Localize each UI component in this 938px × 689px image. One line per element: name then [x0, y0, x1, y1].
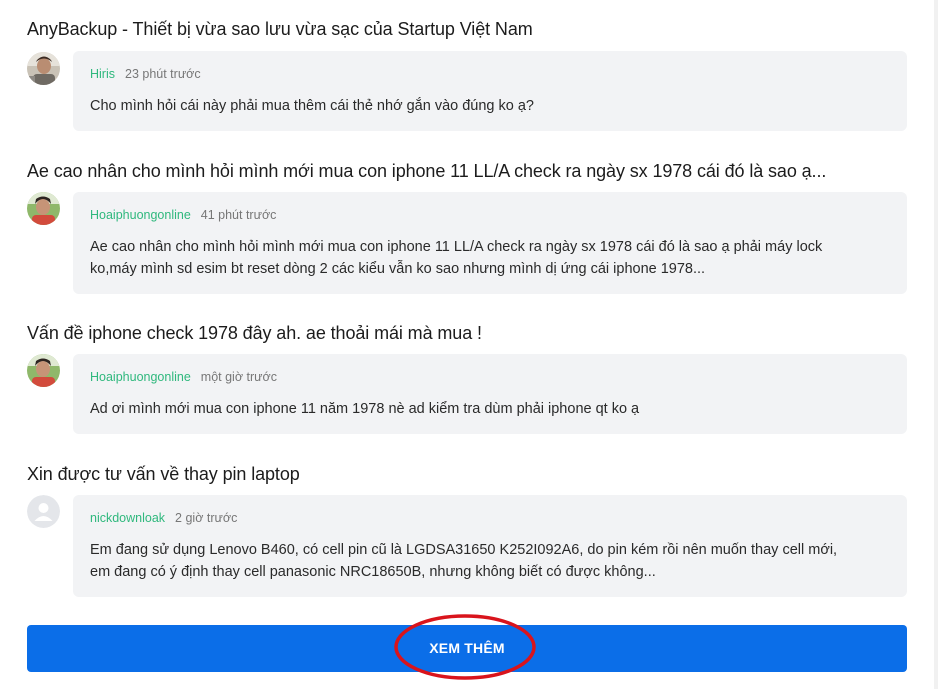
see-more-button[interactable]: XEM THÊM — [27, 625, 907, 672]
avatar-photo — [27, 354, 60, 387]
comment-meta: Hiris 23 phút trước — [90, 67, 201, 81]
default-user-icon — [27, 495, 60, 528]
comment-meta: Hoaiphuongonline một giờ trước — [90, 370, 277, 384]
comment-line: Cho mình hỏi cái này phải mua thêm cái t… — [90, 98, 534, 114]
comment-time: 2 giờ trước — [175, 511, 238, 525]
avatar-photo — [27, 52, 60, 85]
comment-text: Cho mình hỏi cái này phải mua thêm cái t… — [90, 95, 890, 117]
avatar[interactable] — [27, 354, 60, 387]
comment-time: một giờ trước — [200, 370, 277, 384]
comment-bubble: Hoaiphuongonline 41 phút trước Ae cao nhâ… — [73, 192, 907, 294]
author-link[interactable]: Hoaiphuongonline — [90, 370, 191, 384]
comment-text: Ad ơi mình mới mua con iphone 11 năm 197… — [90, 398, 890, 420]
comment-line: Ad ơi mình mới mua con iphone 11 năm 197… — [90, 401, 640, 417]
comment-time: 23 phút trước — [125, 67, 201, 81]
comment-bubble: Hiris 23 phút trước Cho mình hỏi cái này … — [73, 51, 907, 131]
avatar[interactable] — [27, 192, 60, 225]
scrollbar-track[interactable] — [934, 0, 938, 689]
comment-text: Ae cao nhân cho mình hỏi mình mới mua co… — [90, 236, 890, 280]
see-more-label: XEM THÊM — [429, 640, 505, 656]
thread-title[interactable]: Vấn đề iphone check 1978 đây ah. ae thoả… — [27, 323, 482, 344]
comment-line: ko,máy mình sd esim bt reset dòng 2 các … — [90, 261, 706, 277]
thread-title[interactable]: Xin được tư vấn về thay pin laptop — [27, 464, 300, 485]
comment-line: Em đang sử dụng Lenovo B460, có cell pin… — [90, 542, 838, 558]
comment-bubble: Hoaiphuongonline một giờ trước Ad ơi mình… — [73, 354, 907, 434]
comment-time: 41 phút trước — [200, 208, 277, 222]
thread-title[interactable]: Ae cao nhân cho mình hỏi mình mới mua co… — [27, 161, 826, 182]
comment-bubble: nickdownloak 2 giờ trước Em đang sử dụng … — [73, 495, 907, 597]
avatar-photo — [27, 192, 60, 225]
comment-line: em đang có ý định thay cell panasonic NR… — [90, 564, 656, 580]
thread-title[interactable]: AnyBackup - Thiết bị vừa sao lưu vừa sạc… — [27, 19, 533, 40]
author-link[interactable]: Hiris — [90, 67, 115, 81]
comment-meta: nickdownloak 2 giờ trước — [90, 511, 237, 525]
author-link[interactable]: nickdownloak — [90, 511, 165, 525]
author-link[interactable]: Hoaiphuongonline — [90, 208, 191, 222]
comment-meta: Hoaiphuongonline 41 phút trước — [90, 208, 276, 222]
avatar[interactable] — [27, 52, 60, 85]
avatar[interactable] — [27, 495, 60, 528]
comment-line: Ae cao nhân cho mình hỏi mình mới mua co… — [90, 239, 823, 255]
comment-text: Em đang sử dụng Lenovo B460, có cell pin… — [90, 539, 890, 583]
